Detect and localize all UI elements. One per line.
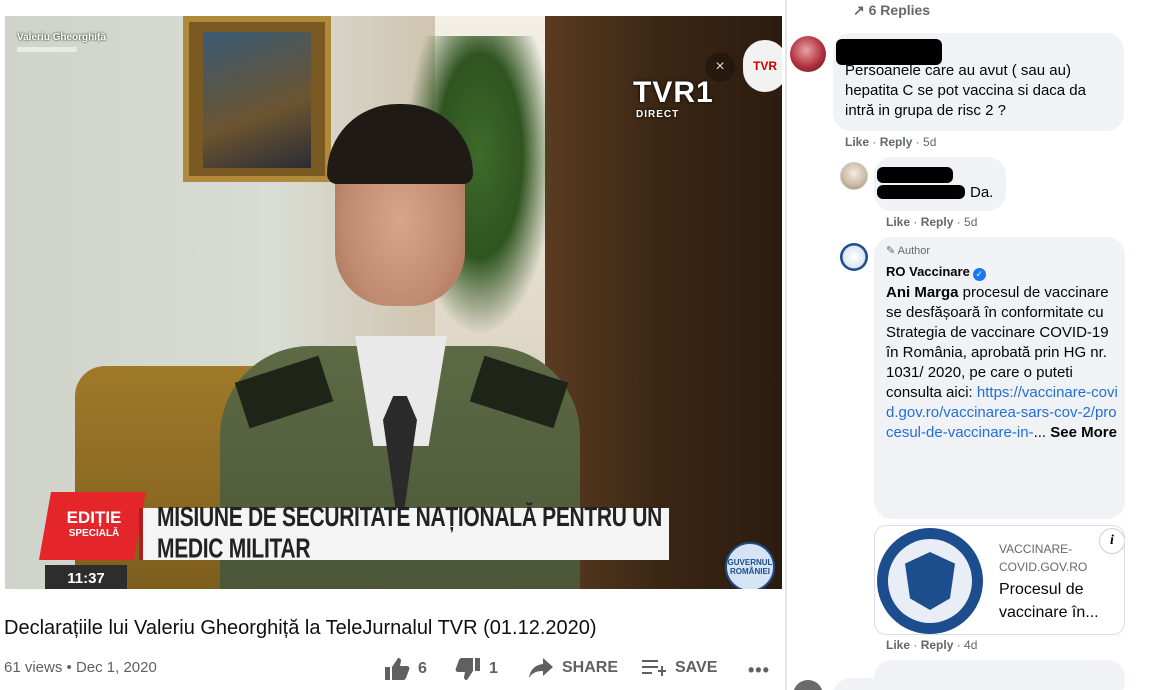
- video-meta: 61 views • Dec 1, 2020: [4, 659, 157, 676]
- reply-link[interactable]: Reply: [921, 638, 954, 652]
- chyron-clock: 11:37: [45, 565, 127, 589]
- author-badge-label: Author: [897, 245, 931, 257]
- comment-actions: Like · Reply · 5d: [845, 135, 937, 149]
- thumbs-up-icon: [385, 658, 410, 680]
- comment-text: Persoanele care au avut ( sau au) hepati…: [845, 62, 1086, 119]
- chyron-headline: MISIUNE DE SECURITATE NAȚIONALĂ PENTRU U…: [157, 502, 662, 564]
- author-reply-actions: Like · Reply · 4d: [886, 638, 978, 652]
- like-link[interactable]: Like: [845, 135, 869, 149]
- chyron-headline-bar: MISIUNE DE SECURITATE NAȚIONALĂ PENTRU U…: [139, 503, 669, 564]
- reply-text: Da.: [970, 184, 994, 201]
- link-preview-card[interactable]: VACCINARE-COVID.GOV.RO Procesul de vacci…: [874, 525, 1125, 635]
- reply-link[interactable]: Reply: [880, 135, 913, 149]
- save-button[interactable]: SAVE: [641, 657, 717, 679]
- channel-badge: TVR: [743, 40, 782, 92]
- save-label: SAVE: [675, 659, 718, 676]
- video-title: Declarațiile lui Valeriu Gheorghiță la T…: [4, 617, 597, 639]
- comments-panel: ↗ 6 Replies Persoanele care au avut ( sa…: [787, 0, 1164, 690]
- chyron-edition-label: EDIȚIE SPECIALĂ: [59, 508, 129, 542]
- more-actions-button[interactable]: •••: [748, 660, 770, 681]
- presenter-tag: Valeriu Gheorghiță: [17, 32, 106, 43]
- video-player[interactable]: Valeriu Gheorghiță × TVR TVR1 DIRECT EDI…: [5, 16, 782, 589]
- like-button[interactable]: 6: [384, 657, 427, 681]
- like-count: 6: [418, 660, 427, 677]
- preview-domain: VACCINARE-COVID.GOV.RO: [999, 542, 1088, 574]
- reply-actions: Like · Reply · 5d: [886, 215, 978, 229]
- author-name[interactable]: RO Vaccinare: [886, 264, 970, 279]
- next-comment-bubble-partial: [833, 678, 1124, 690]
- next-commenter-avatar[interactable]: [793, 680, 823, 690]
- preview-title: Procesul de vaccinare în...: [999, 581, 1099, 621]
- page-avatar[interactable]: [840, 243, 868, 271]
- video-scene-painting: [183, 16, 331, 182]
- author-name-line: RO Vaccinare ✓: [886, 263, 986, 281]
- redacted-text: [877, 185, 965, 199]
- presenter-tag-underline: [17, 47, 77, 52]
- mention[interactable]: Ani Marga: [886, 284, 959, 301]
- chyron-edition-line1: EDIȚIE: [66, 508, 122, 527]
- playlist-add-icon: [642, 660, 666, 676]
- commenter-avatar[interactable]: [790, 36, 826, 72]
- view-replies-link[interactable]: ↗ 6 Replies: [853, 2, 930, 19]
- ellipsis: ...: [1033, 424, 1047, 441]
- video-panel: Valeriu Gheorghiță × TVR TVR1 DIRECT EDI…: [0, 0, 785, 690]
- comment-bubble: Persoanele care au avut ( sau au) hepati…: [833, 33, 1124, 131]
- share-icon: [529, 658, 553, 678]
- reply-age: 5d: [964, 215, 978, 229]
- share-label: SHARE: [562, 659, 619, 676]
- chyron-edition-line2: SPECIALĂ: [68, 528, 120, 539]
- redacted-name: [877, 167, 953, 183]
- author-reply-text: Ani Marga procesul de vaccinare se desfă…: [886, 283, 1118, 443]
- reply-link[interactable]: Reply: [921, 215, 954, 229]
- channel-direct-label: DIRECT: [636, 109, 680, 120]
- government-crest-icon: [877, 528, 983, 634]
- like-link[interactable]: Like: [886, 638, 910, 652]
- dislike-button[interactable]: 1: [455, 657, 498, 681]
- see-more-link[interactable]: See More: [1050, 424, 1117, 441]
- share-button[interactable]: SHARE: [528, 657, 618, 679]
- replier-avatar[interactable]: [840, 162, 868, 190]
- channel-logo: TVR1: [633, 76, 714, 109]
- government-crest-icon: GUVERNUL ROMÂNIEI: [725, 542, 775, 589]
- author-badge: ✎ Author: [886, 244, 930, 257]
- like-link[interactable]: Like: [886, 215, 910, 229]
- reply-bubble: Da.: [874, 157, 1006, 211]
- thumbs-down-icon: [455, 658, 480, 680]
- verified-badge-icon: ✓: [972, 268, 986, 281]
- pencil-icon: ✎: [886, 245, 896, 257]
- comment-age: 5d: [923, 135, 937, 149]
- info-icon[interactable]: i: [1099, 528, 1124, 554]
- author-reply-age: 4d: [964, 638, 978, 652]
- dislike-count: 1: [489, 660, 498, 677]
